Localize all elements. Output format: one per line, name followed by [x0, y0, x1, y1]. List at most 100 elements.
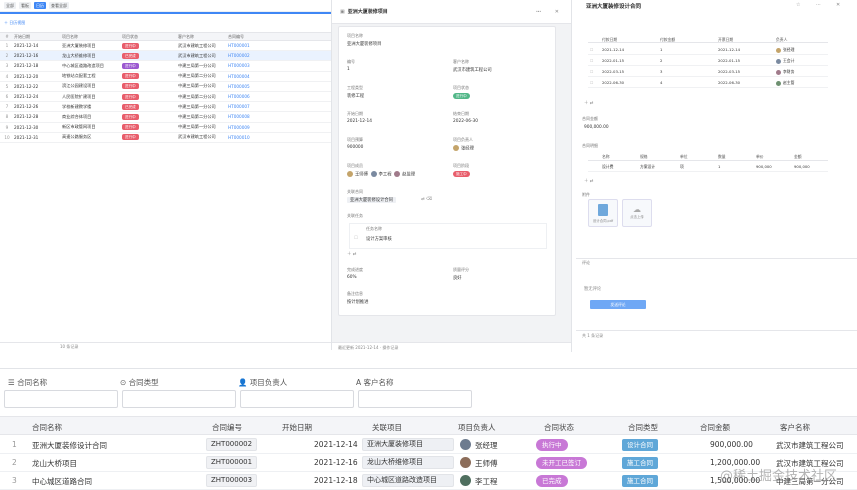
add-row-icon[interactable]: ＋ ⇄: [584, 100, 593, 106]
phase-badge[interactable]: 施工中: [453, 171, 470, 177]
star-icon[interactable]: ☆: [796, 2, 800, 8]
cell-status: 进行中: [122, 134, 178, 141]
note-field[interactable]: 按计划推进: [347, 299, 368, 305]
end-date-field[interactable]: 2022-06-30: [453, 119, 478, 124]
cell-contract-link[interactable]: HT000001: [228, 43, 268, 48]
view-tab-calendar[interactable]: 日历: [34, 2, 46, 9]
checkbox[interactable]: ☐: [590, 47, 593, 52]
add-item-icon[interactable]: ＋ ⇄: [584, 178, 593, 184]
cell-contract-link[interactable]: HT000005: [228, 84, 268, 89]
col-contract-amount[interactable]: 合同金额: [700, 422, 730, 433]
cell-contract-link[interactable]: HT000008: [228, 114, 268, 119]
col-linked-project[interactable]: 关联项目: [372, 422, 402, 433]
col-contract-name[interactable]: 合同名称: [32, 422, 62, 433]
grid-header: 任务名称: [366, 226, 382, 231]
filter-select-manager[interactable]: [240, 390, 354, 408]
cell-contract-link[interactable]: HT000010: [228, 135, 268, 140]
project-name-field[interactable]: 亚洲大厦装修项目: [347, 41, 381, 47]
members-field[interactable]: 王师傅 李工程 赵监理: [347, 171, 415, 178]
cell-status: 进行中: [122, 73, 178, 80]
checkbox[interactable]: ☐: [590, 69, 593, 74]
cell-contract-code[interactable]: ZHT000003: [206, 474, 258, 487]
status-badge[interactable]: 进行中: [453, 93, 470, 99]
col-client-name[interactable]: 客户名称: [780, 422, 810, 433]
table-row[interactable]: 5 2021-12-22 滨江公园建设项目 进行中 中建三局第一分公司 HT000005: [0, 82, 331, 92]
table-row[interactable]: 9 2021-12-30 新区市政管网项目 进行中 中建三局第一分公司 HT000009: [0, 123, 331, 133]
cell-linked-project[interactable]: 龙山大桥维修项目: [362, 456, 454, 469]
cell-contract-link[interactable]: HT000004: [228, 74, 268, 79]
add-icon[interactable]: ＋ ⇄: [347, 251, 356, 257]
filter-input-client[interactable]: [358, 390, 472, 408]
cell-contract-code[interactable]: ZHT000001: [206, 456, 258, 469]
avatar: [460, 457, 471, 468]
link-icon[interactable]: ⇄ ⌫: [421, 197, 432, 202]
table-row[interactable]: 6 2021-12-24 人民医院扩建项目 进行中 中建三局第二分公司 HT000006: [0, 92, 331, 103]
col-manager[interactable]: 项目负责人: [458, 422, 496, 433]
cell-linked-project[interactable]: 亚洲大厦装修项目: [362, 438, 454, 451]
col-contract-type[interactable]: 合同类型: [628, 422, 658, 433]
field-label: 质量评分: [453, 267, 469, 272]
col-contract-code[interactable]: 合同编号: [212, 422, 242, 433]
type-field[interactable]: 装修工程: [347, 93, 364, 99]
col-client-name[interactable]: 客户名称: [178, 34, 228, 40]
payment-row[interactable]: ☐ 2022-01-15 2 2022-01-15 王会计: [588, 56, 828, 66]
filter-select-contract-type[interactable]: [122, 390, 236, 408]
cell-contract-link[interactable]: HT000006: [228, 94, 268, 99]
checkbox[interactable]: ☐: [354, 236, 358, 241]
table-row[interactable]: 3 2021-12-18 中心城区道路改造项目 进行中 中建三局第一分公司 HT00000…: [0, 61, 331, 72]
more-icon[interactable]: ⋯: [816, 2, 821, 8]
cell-contract-link[interactable]: HT000007: [228, 104, 268, 109]
attachment-file[interactable]: 设计合同.pdf: [588, 199, 618, 227]
task-item[interactable]: 设计方案审核: [366, 236, 392, 242]
payment-row[interactable]: ☐ 2022-03-15 3 2022-03-15 李财务: [588, 67, 828, 77]
col-start-date[interactable]: 开始日期: [14, 34, 62, 40]
table-row[interactable]: 8 2021-12-28 商业综合体项目 进行中 中建三局第二分公司 HT000008: [0, 112, 331, 123]
contract-amount[interactable]: 900,000.00: [584, 125, 609, 130]
linked-contract[interactable]: 亚洲大厦装修设计合同: [347, 197, 396, 203]
cell-contract-link[interactable]: HT000002: [228, 53, 268, 58]
quality-field[interactable]: 良好: [453, 275, 462, 281]
field-label: 项目预算: [347, 137, 363, 142]
cell-contract-link[interactable]: HT000009: [228, 125, 268, 130]
items-grid-row[interactable]: 设计费 方案设计 项 1 900,000 900,000: [588, 162, 828, 172]
table-row[interactable]: 1 2021-12-14 亚洲大厦装修项目 进行中 武汉市建筑工程公司 HT000001: [0, 41, 331, 52]
payment-row[interactable]: ☐ 2022-06-30 4 2022-06-30 赵主管: [588, 78, 828, 88]
progress-field[interactable]: 60%: [347, 275, 357, 280]
code-field[interactable]: 1: [347, 67, 350, 72]
view-tab-kanban[interactable]: 看板: [19, 2, 31, 9]
close-icon[interactable]: ✕: [555, 9, 559, 15]
close-icon[interactable]: ✕: [836, 2, 840, 8]
col-project-name[interactable]: 项目名称: [62, 34, 122, 40]
manager-field[interactable]: 张经理: [453, 145, 474, 152]
col-contract-code[interactable]: 合同编号: [228, 34, 268, 40]
cell-linked-project[interactable]: 中心城区道路改造项目: [362, 474, 454, 487]
cell-invoice-date: 2022-01-15: [718, 58, 741, 63]
cell-contract-code[interactable]: ZHT000002: [206, 438, 258, 451]
table-row[interactable]: 7 2021-12-26 学校新建教学楼 已完成 中建三局第一分公司 HT000007: [0, 102, 331, 113]
checkbox[interactable]: ☐: [590, 80, 593, 85]
payment-row[interactable]: ☐ 2021-12-14 1 2021-12-14 张经理: [588, 45, 828, 55]
view-tab-show-all[interactable]: 查看全部: [49, 2, 69, 9]
table-row[interactable]: 1 亚洲大厦装修设计合同 ZHT000002 2021-12-14 亚洲大厦装修项目 张经…: [0, 436, 857, 454]
cell-client: 武汉市建筑工程公司: [178, 42, 216, 48]
client-field[interactable]: 武汉市建筑工程公司: [453, 67, 492, 73]
filter-input-contract-name[interactable]: [4, 390, 118, 408]
start-date-field[interactable]: 2021-12-14: [347, 119, 372, 124]
view-tab-all[interactable]: 全部: [4, 2, 16, 9]
sub-toolbar-label[interactable]: 日历视图: [9, 20, 25, 26]
col-contract-status[interactable]: 合同状态: [544, 422, 574, 433]
budget-field[interactable]: 900000: [347, 145, 363, 150]
comment-title: 评论: [582, 260, 590, 265]
cell-person: 李财务: [776, 69, 794, 75]
upload-button[interactable]: ☁ 点击上传: [622, 199, 652, 227]
plus-icon[interactable]: ＋: [4, 20, 8, 26]
table-row[interactable]: 10 2021-12-31 高速公路服务区 进行中 武汉市建筑工程公司 HT000010: [0, 133, 331, 143]
table-row[interactable]: 4 2021-12-20 地铁站点配套工程 进行中 中建三局第二分公司 HT000004: [0, 72, 331, 82]
more-icon[interactable]: ⋯: [536, 9, 541, 15]
table-row[interactable]: 2 2021-12-16 龙山大桥维修项目 已完成 武汉市建筑工程公司 HT000002: [0, 51, 331, 62]
col-start-date[interactable]: 开始日期: [282, 422, 312, 433]
cell-contract-link[interactable]: HT000003: [228, 63, 268, 68]
checkbox[interactable]: ☐: [590, 58, 593, 63]
send-comment-button[interactable]: 发送评论: [590, 300, 646, 309]
col-project-status[interactable]: 项目状态: [122, 34, 178, 40]
